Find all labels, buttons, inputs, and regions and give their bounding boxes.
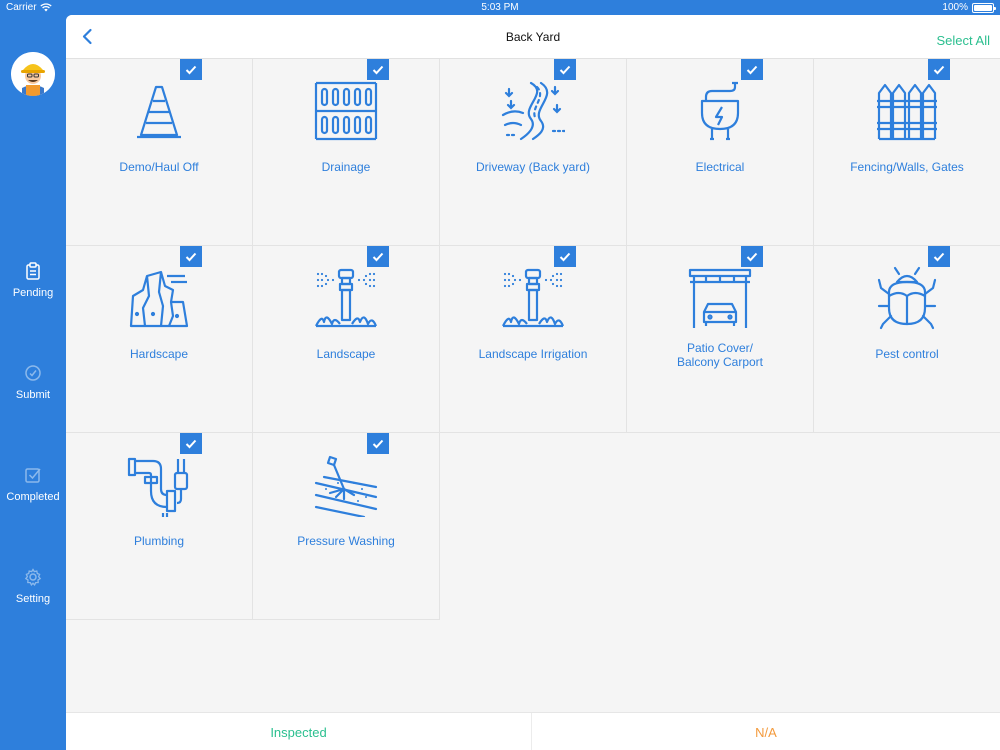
carport-icon [688, 268, 752, 328]
battery-status: 100% [942, 2, 996, 13]
tile-label: Driveway (Back yard) [475, 160, 591, 174]
navigation-bar: Back Yard Select All [66, 15, 1000, 59]
battery-icon [972, 2, 996, 13]
tile-label: Demo/Haul Off [119, 160, 199, 174]
checkmark-icon [933, 65, 945, 74]
checkmark-icon [559, 65, 571, 74]
nav-setting[interactable]: Setting [0, 568, 66, 605]
traffic-cone-icon [137, 85, 181, 139]
clipboard-icon [26, 262, 40, 280]
check-badge[interactable] [367, 59, 389, 80]
bottom-action-bar: Inspected N/A [66, 712, 1000, 750]
rocks-icon [129, 270, 189, 328]
tile-electrical[interactable]: Electrical [627, 59, 814, 246]
electrical-plug-icon [700, 81, 740, 141]
tile-landscape[interactable]: Landscape [253, 246, 440, 433]
nav-pending-label: Pending [12, 287, 54, 299]
check-badge[interactable] [741, 59, 763, 80]
checkmark-icon [185, 439, 197, 448]
tile-label: Drainage [321, 160, 371, 174]
sidebar: Pending Submit Completed Setting [0, 16, 66, 750]
check-badge[interactable] [928, 59, 950, 80]
submit-icon [25, 365, 41, 381]
tile-label: Pest control [875, 347, 939, 361]
check-badge[interactable] [928, 246, 950, 267]
tile-patio-cover[interactable]: Patio Cover/ Balcony Carport [627, 246, 814, 433]
clock: 5:03 PM [481, 2, 519, 13]
checkmark-icon [746, 252, 758, 261]
pressure-washer-icon [314, 455, 378, 517]
main-panel: Back Yard Select All Demo/Haul Off Drain… [66, 15, 1000, 750]
checkmark-icon [372, 65, 384, 74]
tile-hardscape[interactable]: Hardscape [66, 246, 253, 433]
tile-fencing[interactable]: Fencing/Walls, Gates [814, 59, 1000, 246]
nav-completed-label: Completed [6, 491, 60, 503]
tile-landscape-irrigation[interactable]: Landscape Irrigation [440, 246, 627, 433]
tile-label: Landscape Irrigation [478, 347, 588, 361]
checkmark-icon [746, 65, 758, 74]
tile-label: Landscape [316, 347, 376, 361]
checkmark-icon [185, 65, 197, 74]
checkmark-icon [372, 439, 384, 448]
na-button[interactable]: N/A [533, 713, 999, 750]
tile-label: Hardscape [129, 347, 189, 361]
tile-label: Plumbing [133, 534, 185, 548]
check-badge[interactable] [367, 246, 389, 267]
gear-icon [24, 568, 42, 586]
check-badge[interactable] [180, 246, 202, 267]
nav-submit-label: Submit [15, 389, 51, 401]
nav-setting-label: Setting [15, 593, 51, 605]
pipe-icon [127, 457, 189, 517]
check-badge[interactable] [180, 59, 202, 80]
drainage-grate-icon [314, 81, 378, 141]
check-badge[interactable] [180, 433, 202, 454]
tile-driveway[interactable]: Driveway (Back yard) [440, 59, 627, 246]
checkbox-icon [25, 468, 41, 483]
check-badge[interactable] [554, 59, 576, 80]
tile-pressure-washing[interactable]: Pressure Washing [253, 433, 440, 620]
tile-plumbing[interactable]: Plumbing [66, 433, 253, 620]
status-bar: Carrier 5:03 PM 100% [0, 0, 1000, 16]
bug-icon [877, 266, 937, 330]
inspected-button[interactable]: Inspected [66, 713, 532, 750]
nav-submit[interactable]: Submit [0, 364, 66, 401]
checkmark-icon [559, 252, 571, 261]
worker-avatar-icon [11, 52, 55, 96]
irrigation-sprinkler-icon [502, 268, 565, 328]
tile-label: Fencing/Walls, Gates [850, 160, 964, 174]
check-badge[interactable] [367, 433, 389, 454]
checkmark-icon [185, 252, 197, 261]
check-badge[interactable] [554, 246, 576, 267]
checkmark-icon [372, 252, 384, 261]
page-title: Back Yard [505, 30, 561, 44]
battery-percent: 100% [942, 2, 968, 13]
nav-completed[interactable]: Completed [0, 466, 66, 503]
check-badge[interactable] [741, 246, 763, 267]
tile-label: Pressure Washing [297, 534, 395, 548]
tile-drainage[interactable]: Drainage [253, 59, 440, 246]
sprinkler-icon [315, 268, 378, 328]
fence-icon [877, 83, 937, 141]
avatar[interactable] [11, 52, 55, 96]
tile-label: Patio Cover/ Balcony Carport [676, 341, 764, 369]
tile-label: Electrical [695, 160, 745, 174]
driveway-road-icon [501, 81, 565, 141]
checkmark-icon [933, 252, 945, 261]
tile-pest-control[interactable]: Pest control [814, 246, 1000, 433]
nav-pending[interactable]: Pending [0, 262, 66, 299]
select-all-button[interactable]: Select All [937, 33, 990, 48]
tile-demo-haul-off[interactable]: Demo/Haul Off [66, 59, 253, 246]
